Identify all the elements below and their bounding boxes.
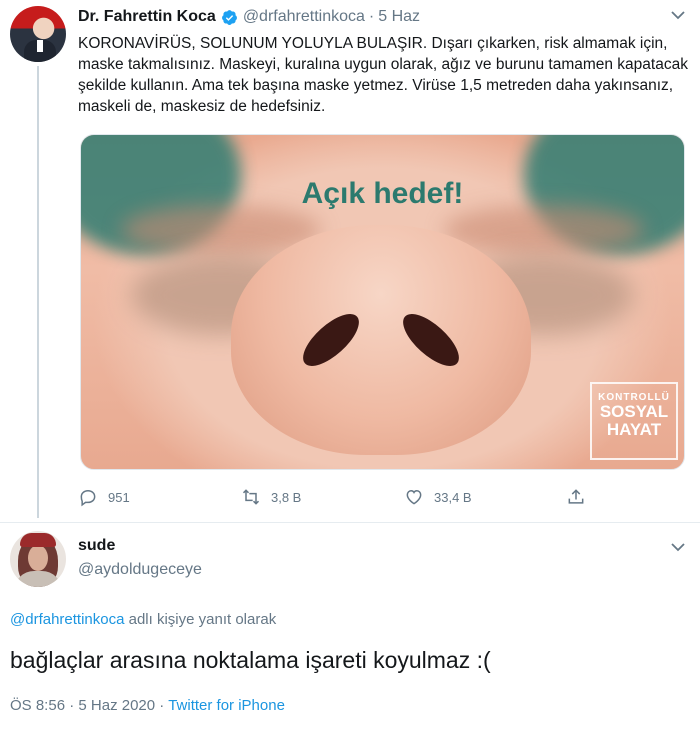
- image-nose: [231, 225, 531, 455]
- author-name[interactable]: Dr. Fahrettin Koca: [78, 8, 216, 26]
- retweet-button[interactable]: 3,8 B: [241, 486, 301, 508]
- reply-icon: [80, 489, 96, 507]
- reply-date[interactable]: 5 Haz 2020: [78, 697, 155, 714]
- logo-line-2: SOSYAL: [599, 402, 669, 421]
- reply-author-name[interactable]: sude: [78, 537, 115, 555]
- original-tweet: Dr. Fahrettin Koca @drfahrettinkoca · 5 …: [0, 0, 700, 522]
- chevron-down-icon[interactable]: [670, 9, 686, 21]
- author-avatar[interactable]: [10, 6, 66, 62]
- avatar-hat: [20, 533, 56, 547]
- like-icon: [406, 489, 422, 505]
- tweet-source[interactable]: Twitter for iPhone: [168, 697, 285, 714]
- avatar-face: [28, 545, 48, 571]
- share-button[interactable]: [566, 486, 596, 508]
- reply-author-handle[interactable]: @aydoldugeceye: [78, 561, 202, 579]
- reply-time[interactable]: ÖS 8:56: [10, 697, 65, 714]
- reply-count: 951: [108, 489, 130, 505]
- separator-dot: ·: [368, 8, 375, 25]
- reply-author-avatar[interactable]: [10, 531, 66, 587]
- tweet-text: KORONAVİRÜS, SOLUNUM YOLUYLA BULAŞIR. Dı…: [78, 35, 688, 115]
- share-icon: [568, 489, 584, 504]
- meta-separator: ·: [69, 697, 75, 714]
- replying-to-mention[interactable]: @drfahrettinkoca: [10, 611, 124, 628]
- tweet-actions: 951 3,8 B 33,4 B: [78, 486, 688, 508]
- verified-icon: [221, 9, 237, 25]
- avatar-collar: [37, 40, 43, 52]
- retweet-icon: [242, 489, 260, 505]
- author-handle[interactable]: @drfahrettinkoca: [243, 8, 365, 26]
- reply-metadata: ÖS 8:56 · 5 Haz 2020 · Twitter for iPhon…: [10, 697, 285, 714]
- like-button[interactable]: 33,4 B: [404, 486, 472, 508]
- campaign-logo: KONTROLLÜ SOSYAL HAYAT: [590, 382, 678, 460]
- retweet-count: 3,8 B: [271, 489, 302, 505]
- replying-to: @drfahrettinkoca adlı kişiye yanıt olara…: [10, 611, 276, 628]
- image-caption: Açık hedef!: [301, 177, 464, 210]
- reply-text: bağlaçlar arasına noktalama işareti koyu…: [10, 647, 491, 673]
- like-count: 33,4 B: [434, 489, 472, 505]
- tweet-image[interactable]: Açık hedef! KONTROLLÜ SOSYAL HAYAT: [80, 134, 685, 470]
- reply-tweet: sude @aydoldugeceye @drfahrettinkoca adl…: [0, 522, 700, 741]
- logo-line-3: HAYAT: [606, 420, 662, 439]
- meta-separator: ·: [159, 697, 165, 714]
- replying-to-label: adlı kişiye yanıt olarak: [124, 611, 277, 628]
- tweet-date[interactable]: 5 Haz: [378, 8, 420, 26]
- reply-button[interactable]: 951: [78, 486, 130, 508]
- tweet-header: Dr. Fahrettin Koca @drfahrettinkoca · 5 …: [78, 6, 420, 28]
- chevron-down-icon[interactable]: [670, 541, 686, 553]
- thread-connector: [37, 66, 39, 518]
